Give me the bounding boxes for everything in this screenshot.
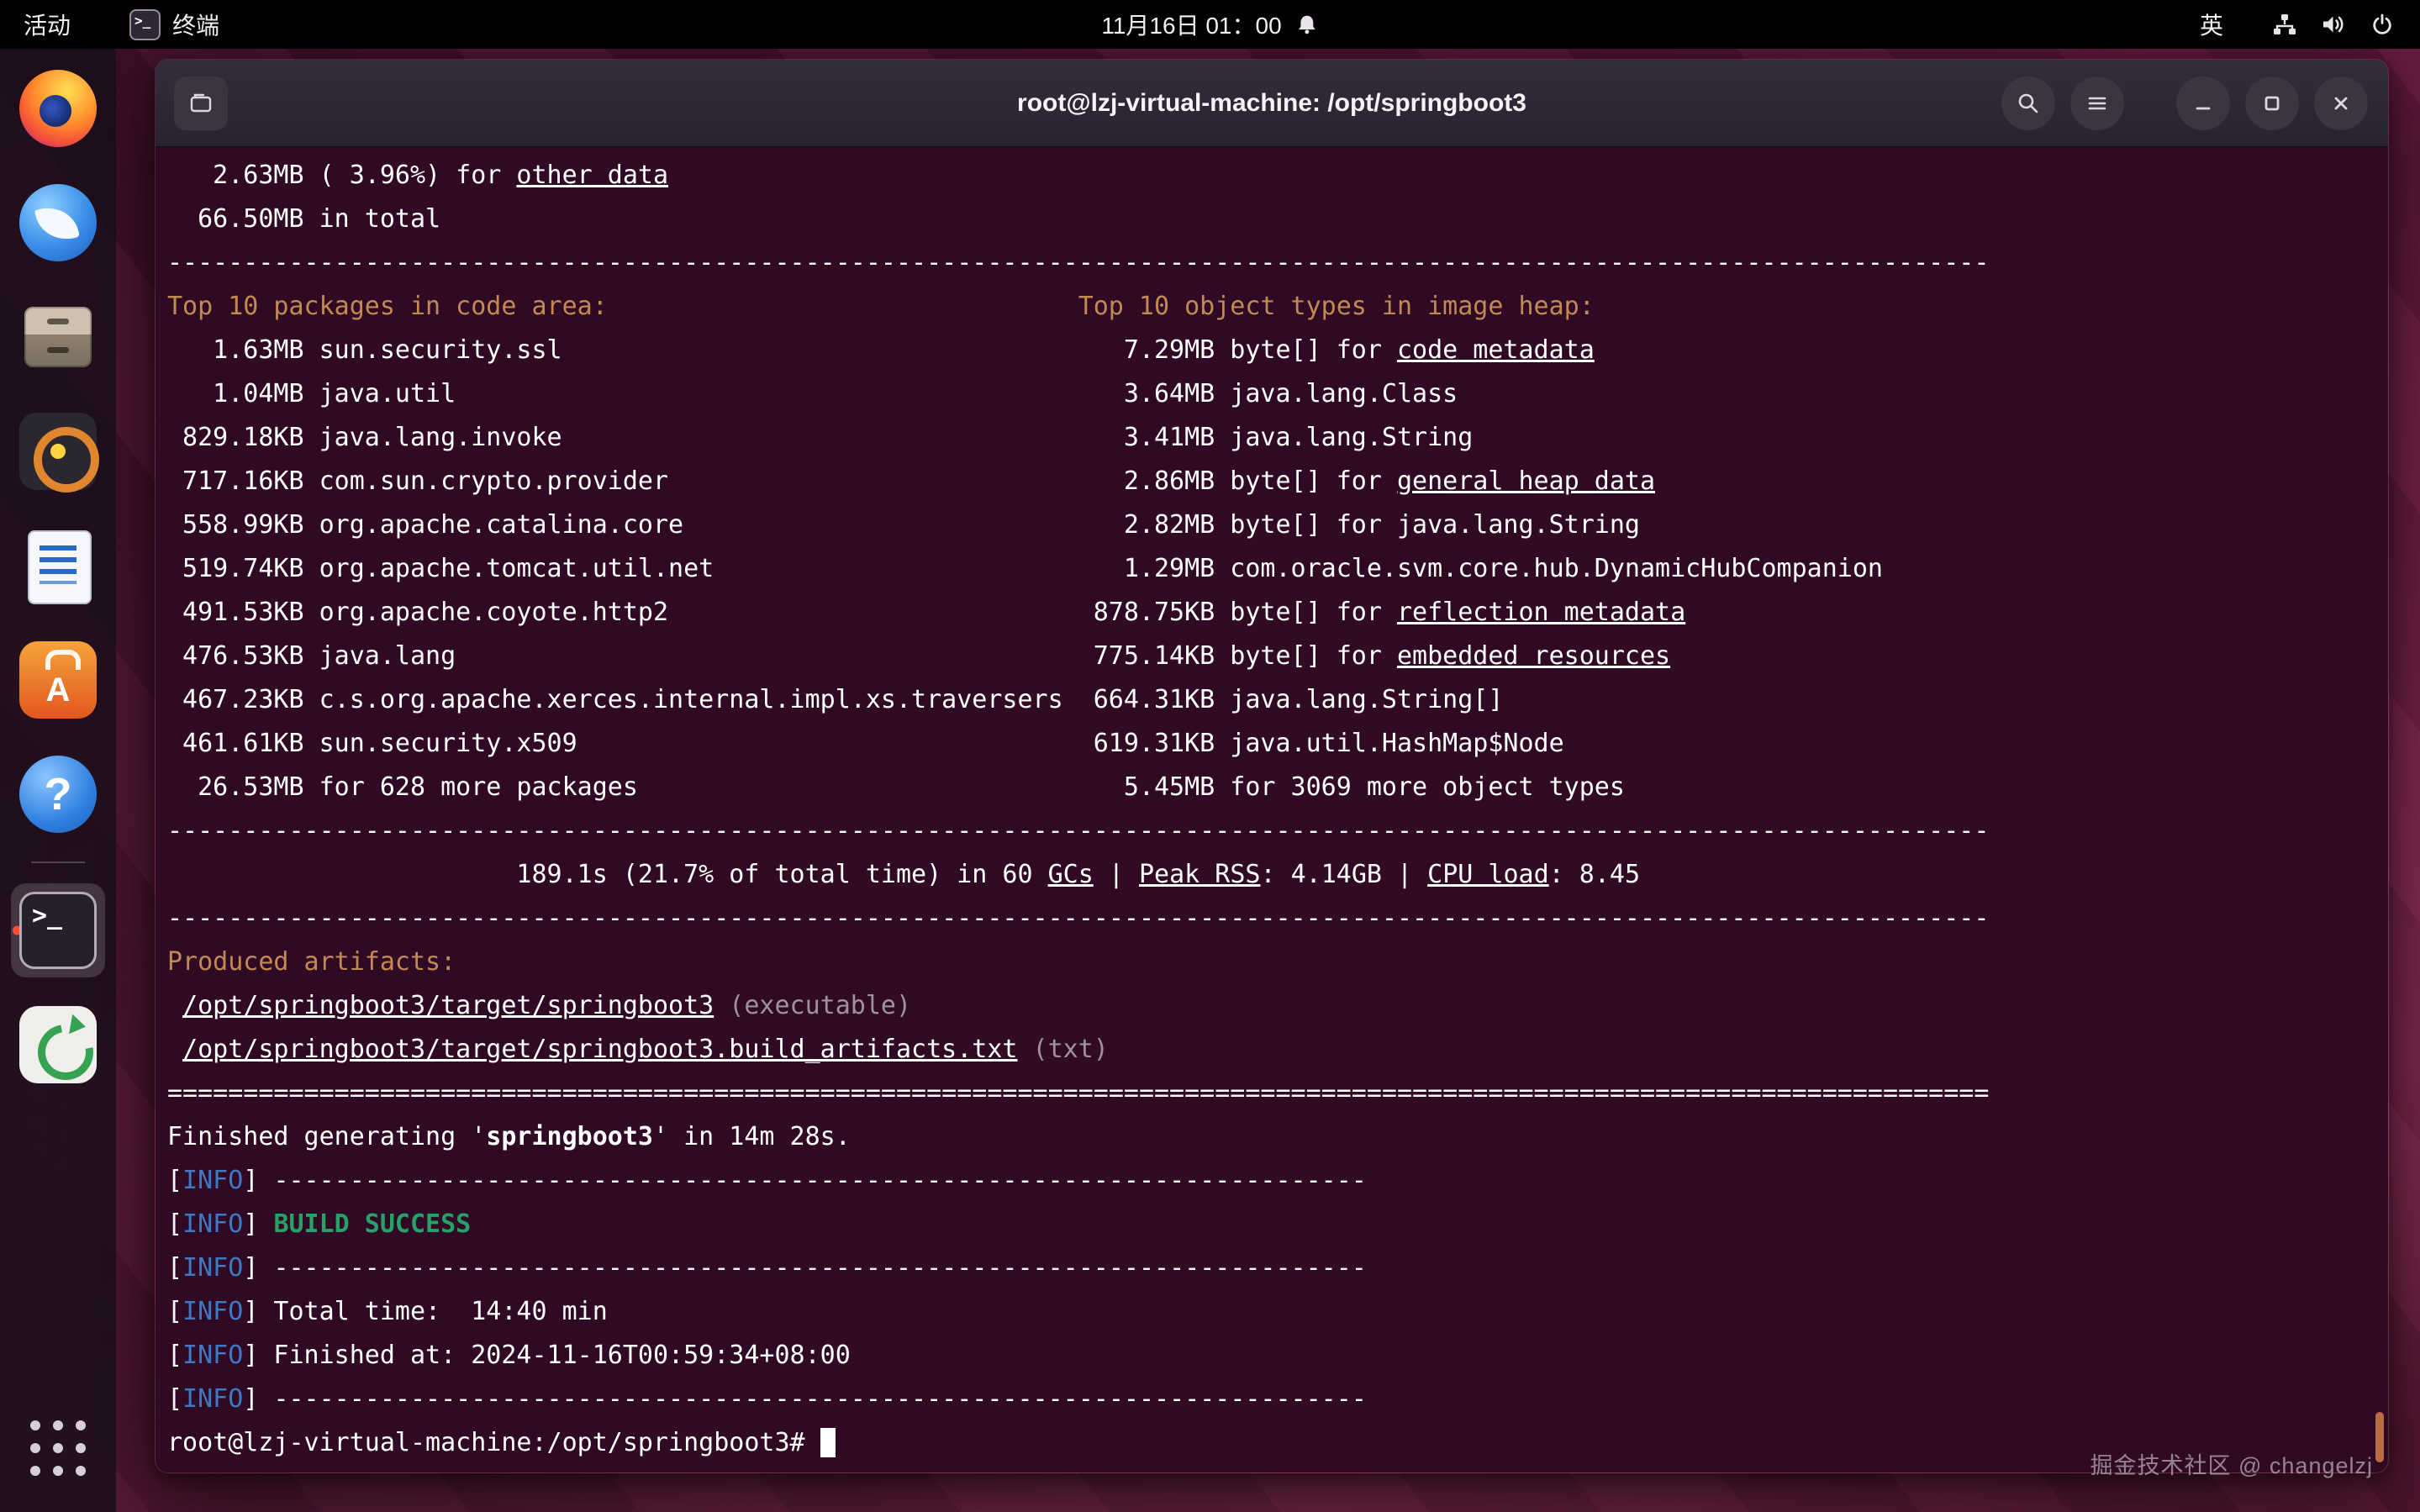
terminal-window: root@lzj-virtual-machine: /opt/springboo… bbox=[155, 59, 2389, 1473]
dock-item-rhythmbox[interactable] bbox=[11, 404, 105, 498]
menu-button[interactable] bbox=[2070, 76, 2124, 130]
terminal-line: [INFO] BUILD SUCCESS bbox=[167, 1203, 2380, 1246]
terminal-line: 2.63MB ( 3.96%) for other data bbox=[167, 154, 2380, 198]
terminal-line: 829.18KB java.lang.invoke 3.41MB java.la… bbox=[167, 416, 2380, 460]
window-title: root@lzj-virtual-machine: /opt/springboo… bbox=[1017, 89, 1526, 118]
help-icon: ? bbox=[19, 756, 97, 833]
dock-separator bbox=[31, 861, 85, 863]
terminal-line: 717.16KB com.sun.crypto.provider 2.86MB … bbox=[167, 460, 2380, 503]
terminal-line: [INFO] Finished at: 2024-11-16T00:59:34+… bbox=[167, 1334, 2380, 1378]
terminal-line: 491.53KB org.apache.coyote.http2 878.75K… bbox=[167, 591, 2380, 635]
terminal-line-right-column: 3.41MB java.lang.String bbox=[1078, 416, 1474, 460]
terminal-line: Top 10 packages in code area:Top 10 obje… bbox=[167, 285, 2380, 329]
network-icon[interactable] bbox=[2272, 12, 2297, 37]
terminal-app-icon: >_ bbox=[129, 9, 161, 40]
terminal-line: 467.23KB c.s.org.apache.xerces.internal.… bbox=[167, 678, 2380, 722]
close-icon bbox=[2328, 90, 2354, 117]
watermark: 掘金技术社区 @ changelzj bbox=[2090, 1447, 2374, 1480]
terminal-line: 519.74KB org.apache.tomcat.util.net 1.29… bbox=[167, 547, 2380, 591]
activities-button[interactable]: 活动 bbox=[24, 8, 71, 41]
search-icon bbox=[2015, 90, 2042, 117]
terminal-line-right-column: 3.64MB java.lang.Class bbox=[1078, 372, 1458, 416]
terminal-line-right-column: 775.14KB byte[] for embedded resources bbox=[1078, 635, 1670, 678]
terminal-line: [INFO] ---------------------------------… bbox=[167, 1246, 2380, 1290]
files-icon bbox=[19, 298, 97, 376]
minimize-icon bbox=[2190, 90, 2217, 117]
show-applications-button[interactable] bbox=[11, 1401, 105, 1495]
terminal-line: root@lzj-virtual-machine:/opt/springboot… bbox=[167, 1421, 2380, 1465]
terminal-line: [INFO] ---------------------------------… bbox=[167, 1159, 2380, 1203]
terminal-line: [INFO] Total time: 14:40 min bbox=[167, 1290, 2380, 1334]
terminal-line: 1.63MB sun.security.ssl 7.29MB byte[] fo… bbox=[167, 329, 2380, 372]
new-tab-icon bbox=[187, 90, 214, 117]
terminal-line-right-column: 2.82MB byte[] for java.lang.String bbox=[1078, 503, 1640, 547]
power-icon[interactable] bbox=[2370, 12, 2395, 37]
minimize-button[interactable] bbox=[2176, 76, 2230, 130]
terminal-line: ----------------------------------------… bbox=[167, 241, 2380, 285]
rhythmbox-icon bbox=[19, 413, 97, 490]
window-headerbar: root@lzj-virtual-machine: /opt/springboo… bbox=[156, 60, 2388, 147]
dock-item-thunderbird[interactable] bbox=[11, 176, 105, 270]
new-tab-button[interactable] bbox=[174, 76, 228, 130]
dock: A ? >_ bbox=[0, 49, 116, 1512]
terminal-line-right-column: Top 10 object types in image heap: bbox=[1078, 285, 1595, 329]
dock-item-terminal[interactable]: >_ bbox=[11, 883, 105, 977]
terminal-line: /opt/springboot3/target/springboot3 (exe… bbox=[167, 984, 2380, 1028]
search-button[interactable] bbox=[2001, 76, 2055, 130]
hamburger-menu-icon bbox=[2084, 90, 2111, 117]
terminal-line: Produced artifacts: bbox=[167, 940, 2380, 984]
terminal-line-right-column: 2.86MB byte[] for general heap data bbox=[1078, 460, 1655, 503]
terminal-line: ----------------------------------------… bbox=[167, 809, 2380, 853]
terminal-line: [INFO] ---------------------------------… bbox=[167, 1378, 2380, 1421]
terminal-line: 461.61KB sun.security.x509 619.31KB java… bbox=[167, 722, 2380, 766]
input-method-indicator[interactable]: 英 bbox=[2200, 8, 2223, 41]
terminal-line-right-column: 5.45MB for 3069 more object types bbox=[1078, 766, 1625, 809]
dock-item-help[interactable]: ? bbox=[11, 747, 105, 841]
desktop: 活动 >_ 终端 11月16日 01：00 英 bbox=[0, 0, 2420, 1512]
volume-icon[interactable] bbox=[2321, 12, 2346, 37]
maximize-icon bbox=[2259, 90, 2286, 117]
thunderbird-icon bbox=[19, 184, 97, 261]
notification-bell-icon bbox=[1295, 13, 1319, 36]
dock-item-firefox[interactable] bbox=[11, 61, 105, 155]
dock-item-ubuntu-software[interactable]: A bbox=[11, 633, 105, 727]
libreoffice-writer-icon bbox=[19, 527, 97, 604]
terminal-output[interactable]: 2.63MB ( 3.96%) for other data 66.50MB i… bbox=[156, 147, 2388, 1472]
dock-item-files[interactable] bbox=[11, 290, 105, 384]
ubuntu-software-icon: A bbox=[19, 641, 97, 719]
terminal-line-right-column: 664.31KB java.lang.String[] bbox=[1078, 678, 1504, 722]
dock-item-software-updater[interactable] bbox=[11, 998, 105, 1092]
terminal-line: ========================================… bbox=[167, 1072, 2380, 1115]
terminal-icon: >_ bbox=[19, 892, 97, 969]
terminal-line: 26.53MB for 628 more packages 5.45MB for… bbox=[167, 766, 2380, 809]
software-updater-icon bbox=[19, 1006, 97, 1083]
terminal-cursor bbox=[820, 1428, 836, 1457]
dock-item-libreoffice-writer[interactable] bbox=[11, 519, 105, 613]
show-applications-grid-icon bbox=[30, 1420, 86, 1476]
terminal-line: ----------------------------------------… bbox=[167, 897, 2380, 940]
focused-app-name: 终端 bbox=[172, 8, 219, 41]
terminal-line: /opt/springboot3/target/springboot3.buil… bbox=[167, 1028, 2380, 1072]
close-button[interactable] bbox=[2314, 76, 2368, 130]
clock-text: 11月16日 01：00 bbox=[1101, 8, 1281, 41]
terminal-line-right-column: 619.31KB java.util.HashMap$Node bbox=[1078, 722, 1564, 766]
clock-menu[interactable]: 11月16日 01：00 bbox=[1101, 0, 1318, 49]
firefox-icon bbox=[19, 70, 97, 147]
terminal-line: 558.99KB org.apache.catalina.core 2.82MB… bbox=[167, 503, 2380, 547]
scrollbar-thumb[interactable] bbox=[2375, 1412, 2384, 1462]
terminal-line: 1.04MB java.util 3.64MB java.lang.Class bbox=[167, 372, 2380, 416]
terminal-line: Finished generating 'springboot3' in 14m… bbox=[167, 1115, 2380, 1159]
focused-app-indicator[interactable]: >_ 终端 bbox=[129, 8, 219, 41]
terminal-line-right-column: 7.29MB byte[] for code metadata bbox=[1078, 329, 1595, 372]
maximize-button[interactable] bbox=[2245, 76, 2299, 130]
terminal-line-right-column: 878.75KB byte[] for reflection metadata bbox=[1078, 591, 1685, 635]
terminal-line: 189.1s (21.7% of total time) in 60 GCs |… bbox=[167, 853, 2380, 897]
top-bar: 活动 >_ 终端 11月16日 01：00 英 bbox=[0, 0, 2420, 49]
terminal-line: 66.50MB in total bbox=[167, 198, 2380, 241]
terminal-line: 476.53KB java.lang 775.14KB byte[] for e… bbox=[167, 635, 2380, 678]
terminal-line-right-column: 1.29MB com.oracle.svm.core.hub.DynamicHu… bbox=[1078, 547, 1883, 591]
